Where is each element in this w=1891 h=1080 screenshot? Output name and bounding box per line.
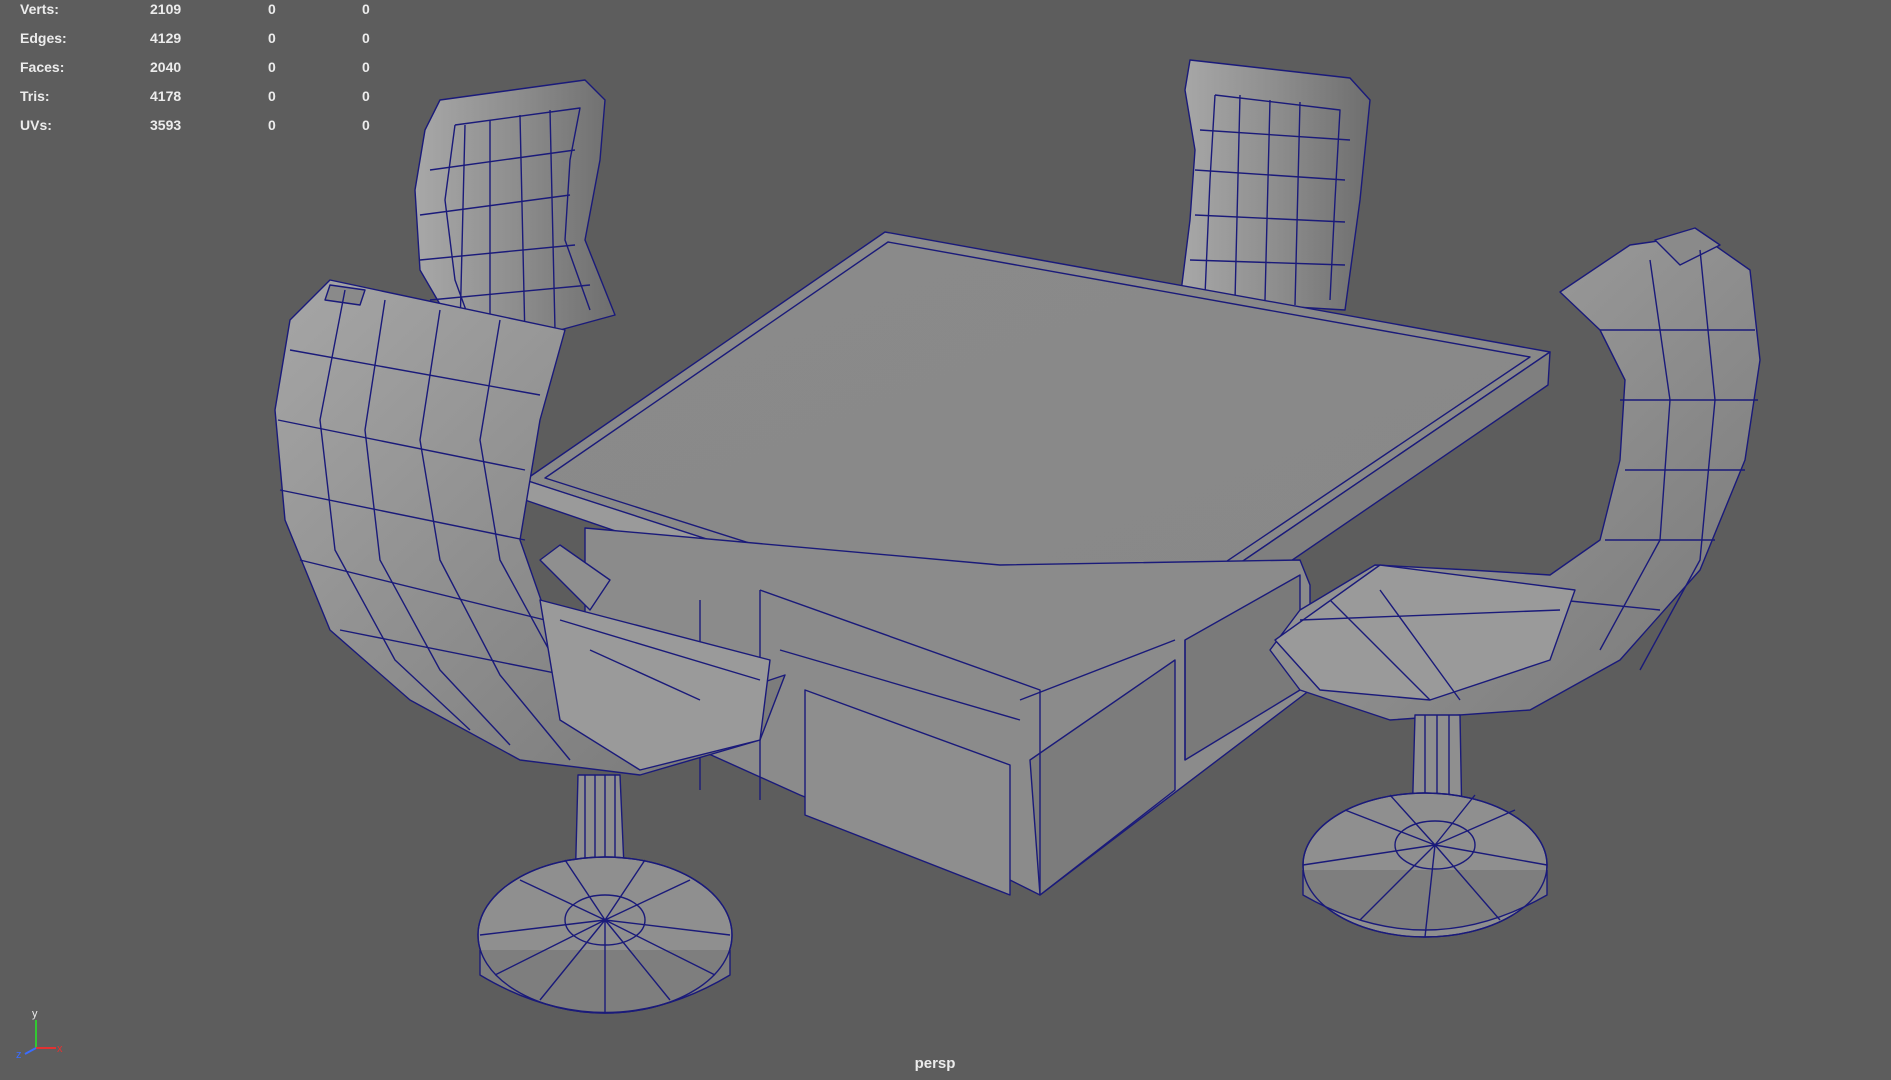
- hud-stat-value: 0: [362, 117, 370, 133]
- hud-stat-label: UVs:: [20, 117, 52, 133]
- hud-stat-value: 0: [362, 59, 370, 75]
- hud-stat-value: 0: [268, 1, 276, 17]
- chair-front-left-base: [477, 774, 733, 1014]
- hud-stat-label: Tris:: [20, 88, 50, 104]
- hud-stat-value: 0: [362, 1, 370, 17]
- hud-stat-label: Faces:: [20, 59, 65, 75]
- hud-stat-value: 0: [362, 88, 370, 104]
- 3d-viewport[interactable]: Verts: 2109 0 0 Edges: 4129 0 0 Faces: 2040 0 0 Tris…: [0, 0, 1891, 1080]
- axis-z-label: z: [16, 1049, 22, 1058]
- hud-stat-value: 0: [268, 59, 276, 75]
- axis-x-label: x: [57, 1043, 63, 1055]
- hud-stat-value: 2040: [150, 59, 182, 75]
- hud-stat-value: 0: [362, 30, 370, 46]
- hud-stat-value: 2109: [150, 1, 182, 17]
- hud-stat-value: 3593: [150, 117, 182, 133]
- hud-stat-value: 4178: [150, 88, 182, 104]
- axis-y-label: y: [32, 1008, 38, 1020]
- chair-right-base: [1302, 714, 1548, 938]
- axis-gizmo-icon: y z x: [16, 1008, 63, 1058]
- hud-stat-value: 0: [268, 117, 276, 133]
- hud-stat-value: 4129: [150, 30, 182, 46]
- hud-stat-value: 0: [268, 30, 276, 46]
- camera-name-label: persp: [914, 1055, 956, 1072]
- hud-stat-value: 0: [268, 88, 276, 104]
- hud-stat-label: Verts:: [20, 1, 59, 17]
- scene-render[interactable]: [0, 0, 1891, 1080]
- chair-back-right: [1179, 59, 1371, 311]
- hud-stat-label: Edges:: [20, 30, 67, 46]
